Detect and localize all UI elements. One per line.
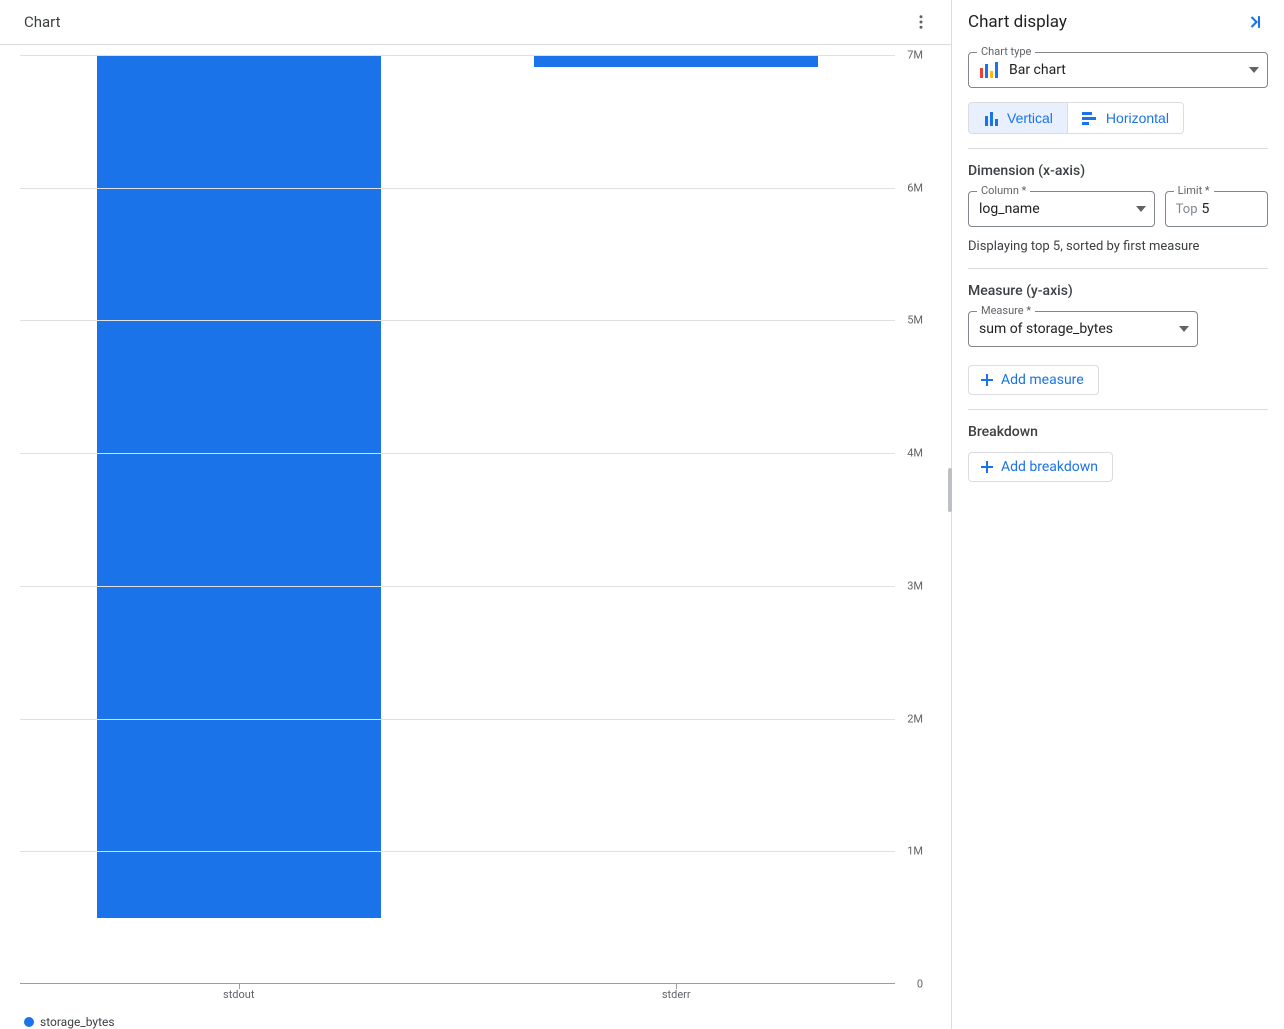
bar-slot [458, 55, 896, 984]
chart-title: Chart [24, 13, 61, 31]
more-vert-icon [912, 13, 930, 31]
vertical-bars-icon [983, 110, 999, 126]
panel-title: Chart display [968, 12, 1067, 32]
add-measure-button[interactable]: Add measure [968, 365, 1099, 395]
chart-display-panel: Chart display Chart type Bar chart [952, 0, 1284, 496]
limit-value-input[interactable] [1202, 201, 1259, 217]
chart-plot[interactable]: 01M2M3M4M5M6M7M [20, 55, 923, 984]
dimension-heading: Dimension (x-axis) [968, 163, 1268, 179]
y-axis-tick: 3M [907, 579, 923, 592]
splitter-handle[interactable] [948, 468, 952, 512]
dimension-column-select[interactable]: Column * log_name [968, 191, 1155, 227]
horizontal-bars-icon [1082, 110, 1098, 126]
measure-heading: Measure (y-axis) [968, 283, 1268, 299]
breakdown-heading: Breakdown [968, 424, 1268, 440]
bar[interactable] [97, 55, 381, 918]
gridline [20, 719, 895, 720]
orientation-toggle: Vertical Horizontal [968, 102, 1184, 134]
x-axis-label: stderr [458, 984, 896, 1001]
add-breakdown-button[interactable]: Add breakdown [968, 452, 1113, 482]
collapse-right-icon [1244, 12, 1264, 32]
y-axis-tick: 5M [907, 314, 923, 327]
y-axis-tick: 2M [907, 712, 923, 725]
chart-header: Chart [0, 0, 951, 45]
measure-select[interactable]: Measure * sum of storage_bytes [968, 311, 1198, 347]
dimension-helper-text: Displaying top 5, sorted by first measur… [968, 239, 1268, 254]
collapse-panel-button[interactable] [1240, 8, 1268, 36]
dimension-limit-input[interactable]: Limit * Top [1165, 191, 1268, 227]
gridline [20, 188, 895, 189]
gridline [20, 586, 895, 587]
legend-swatch [24, 1017, 34, 1027]
plus-icon [979, 372, 995, 388]
chart-area: 0 1M 2M 3M 4M 5M 6M 7M stdoutstderr storage_byt… [0, 45, 951, 1029]
y-axis-tick: 7M [907, 49, 923, 62]
orientation-horizontal-button[interactable]: Horizontal [1067, 103, 1183, 133]
chart-type-value: Bar chart [1009, 62, 1249, 78]
y-axis-tick: 0 [917, 978, 923, 991]
y-axis-tick: 4M [907, 447, 923, 460]
gridline [20, 453, 895, 454]
plus-icon [979, 459, 995, 475]
gridline [20, 55, 895, 56]
chart-legend: storage_bytes [20, 1001, 923, 1029]
legend-series-name: storage_bytes [40, 1015, 115, 1029]
bar-slot [20, 55, 458, 984]
more-options-button[interactable] [903, 4, 939, 40]
chevron-down-icon [1136, 206, 1146, 212]
gridline [20, 320, 895, 321]
orientation-vertical-button[interactable]: Vertical [969, 103, 1067, 133]
bar[interactable] [534, 55, 818, 67]
chevron-down-icon [1249, 67, 1259, 73]
chart-type-select[interactable]: Chart type Bar chart [968, 52, 1268, 88]
field-label: Chart type [977, 45, 1035, 58]
bars-container [20, 55, 895, 984]
y-axis-tick: 1M [907, 845, 923, 858]
chevron-down-icon [1179, 326, 1189, 332]
bar-chart-icon [979, 62, 1001, 78]
y-axis-tick: 6M [907, 181, 923, 194]
gridline [20, 851, 895, 852]
x-axis-label: stdout [20, 984, 458, 1001]
